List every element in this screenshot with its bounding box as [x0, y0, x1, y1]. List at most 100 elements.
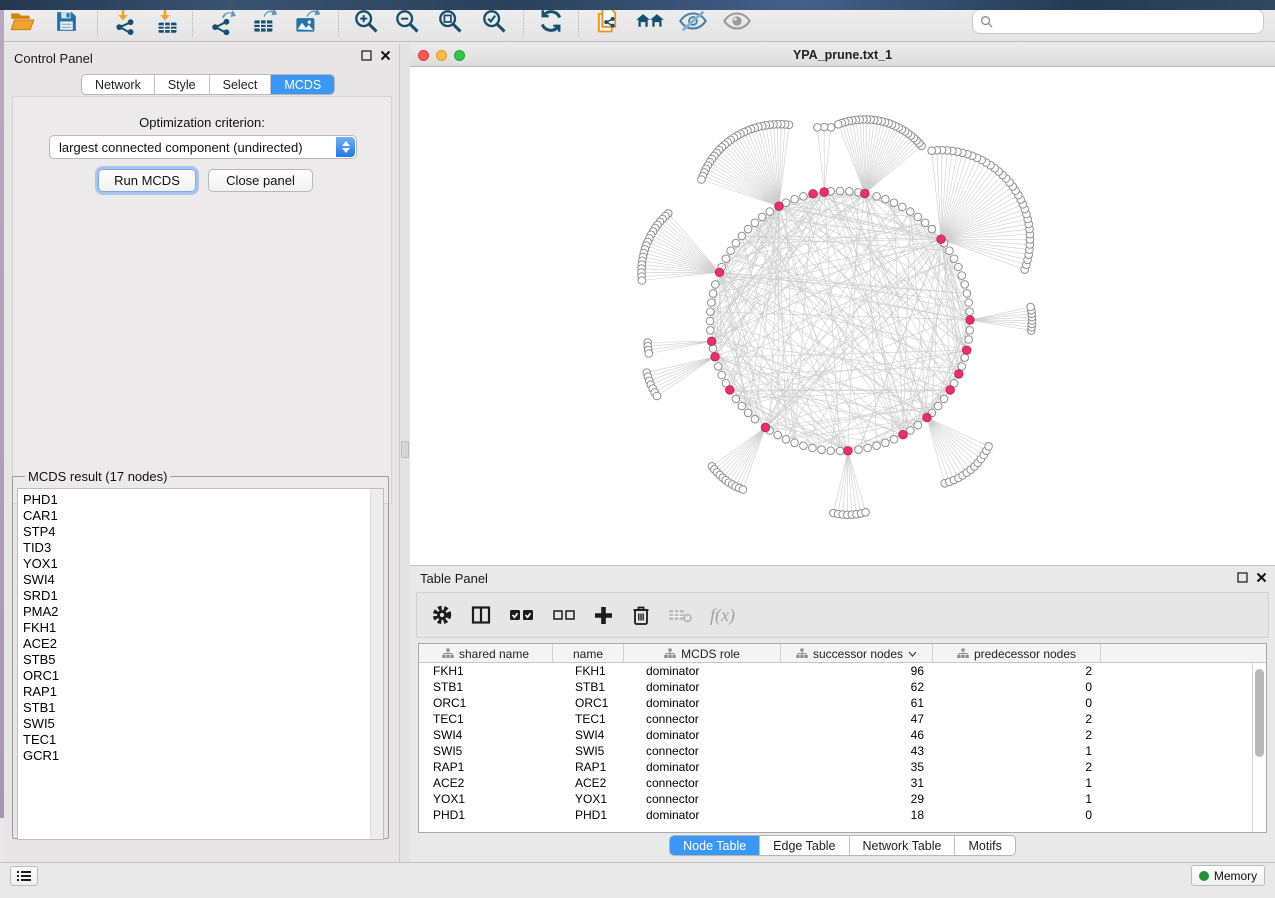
column-label: shared name: [459, 647, 529, 661]
table-row[interactable]: YOX1YOX1connector291: [419, 791, 1266, 807]
table-row[interactable]: ORC1ORC1dominator610: [419, 695, 1266, 711]
table-row[interactable]: SWI4SWI4dominator462: [419, 727, 1266, 743]
cell-successor-nodes: 31: [781, 775, 933, 791]
table-options-gear-icon[interactable]: [431, 604, 453, 626]
select-all-columns-icon[interactable]: [509, 606, 535, 624]
column-header-predecessor-nodes[interactable]: predecessor nodes: [933, 644, 1101, 663]
toolbar-separator: [97, 6, 98, 36]
cell-MCDS-role: dominator: [624, 695, 781, 711]
shared-column-icon: [442, 648, 454, 659]
cell-shared-name: ORC1: [419, 695, 553, 711]
criterion-dropdown[interactable]: largest connected component (undirected): [49, 135, 357, 159]
result-list-item[interactable]: ACE2: [23, 636, 383, 652]
tab-node-table[interactable]: Node Table: [670, 836, 760, 855]
search-field[interactable]: [998, 15, 1263, 29]
tab-select[interactable]: Select: [210, 75, 272, 94]
result-list-item[interactable]: SWI4: [23, 572, 383, 588]
cell-shared-name: STB1: [419, 679, 553, 695]
table-row[interactable]: STB1STB1dominator620: [419, 679, 1266, 695]
tab-network[interactable]: Network: [82, 75, 155, 94]
result-list-item[interactable]: STB1: [23, 700, 383, 716]
splitter-handle[interactable]: [401, 441, 409, 458]
table-row[interactable]: SWI5SWI5connector431: [419, 743, 1266, 759]
run-mcds-button[interactable]: Run MCDS: [98, 169, 196, 192]
cell-successor-nodes: 61: [781, 695, 933, 711]
column-label: predecessor nodes: [974, 647, 1076, 661]
show-panels-list-button[interactable]: [10, 866, 38, 886]
cell-shared-name: SWI5: [419, 743, 553, 759]
cell-predecessor-nodes: 1: [933, 775, 1101, 791]
cell-successor-nodes: 35: [781, 759, 933, 775]
network-canvas[interactable]: [410, 67, 1275, 565]
result-scrollbar[interactable]: [370, 489, 383, 839]
network-graph[interactable]: [410, 67, 1275, 565]
cell-MCDS-role: dominator: [624, 679, 781, 695]
cell-shared-name: FKH1: [419, 663, 553, 679]
vertical-splitter[interactable]: [400, 44, 410, 862]
memory-button[interactable]: Memory: [1191, 865, 1265, 886]
float-panel-icon[interactable]: [1237, 572, 1248, 583]
cell-name: TEC1: [553, 711, 624, 727]
create-column-icon[interactable]: [593, 605, 614, 626]
close-panel-icon[interactable]: [380, 50, 391, 61]
network-window-titlebar[interactable]: YPA_prune.txt_1: [410, 44, 1275, 67]
tab-style[interactable]: Style: [155, 75, 210, 94]
cell-successor-nodes: 18: [781, 807, 933, 823]
result-list-item[interactable]: GCR1: [23, 748, 383, 764]
shared-column-icon: [957, 648, 969, 659]
table-row[interactable]: RAP1RAP1dominator352: [419, 759, 1266, 775]
tab-edge-table[interactable]: Edge Table: [760, 836, 849, 855]
cell-predecessor-nodes: 1: [933, 791, 1101, 807]
cell-successor-nodes: 29: [781, 791, 933, 807]
tab-network-table[interactable]: Network Table: [850, 836, 956, 855]
table-row[interactable]: PHD1PHD1dominator180: [419, 807, 1266, 823]
scrollbar-thumb[interactable]: [1255, 669, 1264, 757]
table-scrollbar[interactable]: [1252, 663, 1266, 832]
cell-shared-name: TEC1: [419, 711, 553, 727]
result-list-item[interactable]: FKH1: [23, 620, 383, 636]
column-header-MCDS-role[interactable]: MCDS role: [624, 644, 781, 663]
result-list-item[interactable]: SWI5: [23, 716, 383, 732]
search-input[interactable]: [972, 9, 1264, 34]
column-header-successor-nodes[interactable]: successor nodes: [781, 644, 933, 663]
column-label: name: [573, 647, 603, 661]
cell-shared-name: ACE2: [419, 775, 553, 791]
tab-mcds[interactable]: MCDS: [271, 75, 334, 94]
unselect-all-columns-icon[interactable]: [552, 606, 576, 624]
float-panel-icon[interactable]: [361, 50, 372, 61]
result-list-item[interactable]: PHD1: [23, 492, 383, 508]
result-list-item[interactable]: YOX1: [23, 556, 383, 572]
mcds-result-list[interactable]: PHD1CAR1STP4TID3YOX1SWI4SRD1PMA2FKH1ACE2…: [17, 488, 384, 840]
cell-predecessor-nodes: 0: [933, 807, 1101, 823]
table-row[interactable]: TEC1TEC1connector472: [419, 711, 1266, 727]
mcds-result-title: MCDS result (17 nodes): [25, 469, 170, 484]
result-list-item[interactable]: SRD1: [23, 588, 383, 604]
tab-motifs[interactable]: Motifs: [955, 836, 1014, 855]
result-list-item[interactable]: ORC1: [23, 668, 383, 684]
status-bar: Memory: [0, 862, 1275, 888]
column-label: successor nodes: [813, 647, 903, 661]
cell-predecessor-nodes: 0: [933, 679, 1101, 695]
cell-MCDS-role: connector: [624, 711, 781, 727]
table-row[interactable]: ACE2ACE2connector311: [419, 775, 1266, 791]
shared-column-icon: [664, 648, 676, 659]
result-list-item[interactable]: STP4: [23, 524, 383, 540]
cell-predecessor-nodes: 2: [933, 759, 1101, 775]
result-list-item[interactable]: RAP1: [23, 684, 383, 700]
column-header-name[interactable]: name: [553, 644, 624, 663]
column-header-shared-name[interactable]: shared name: [419, 644, 553, 663]
show-columns-icon[interactable]: [470, 604, 492, 626]
result-list-item[interactable]: CAR1: [23, 508, 383, 524]
close-panel-button[interactable]: Close panel: [208, 169, 313, 192]
close-panel-icon[interactable]: [1256, 572, 1267, 583]
cell-name: SWI5: [553, 743, 624, 759]
table-panel-title: Table Panel: [420, 571, 488, 586]
result-list-item[interactable]: PMA2: [23, 604, 383, 620]
delete-column-icon[interactable]: [631, 604, 651, 626]
cell-name: RAP1: [553, 759, 624, 775]
result-list-item[interactable]: TEC1: [23, 732, 383, 748]
cell-predecessor-nodes: 2: [933, 663, 1101, 679]
result-list-item[interactable]: TID3: [23, 540, 383, 556]
result-list-item[interactable]: STB5: [23, 652, 383, 668]
table-row[interactable]: FKH1FKH1dominator962: [419, 663, 1266, 679]
